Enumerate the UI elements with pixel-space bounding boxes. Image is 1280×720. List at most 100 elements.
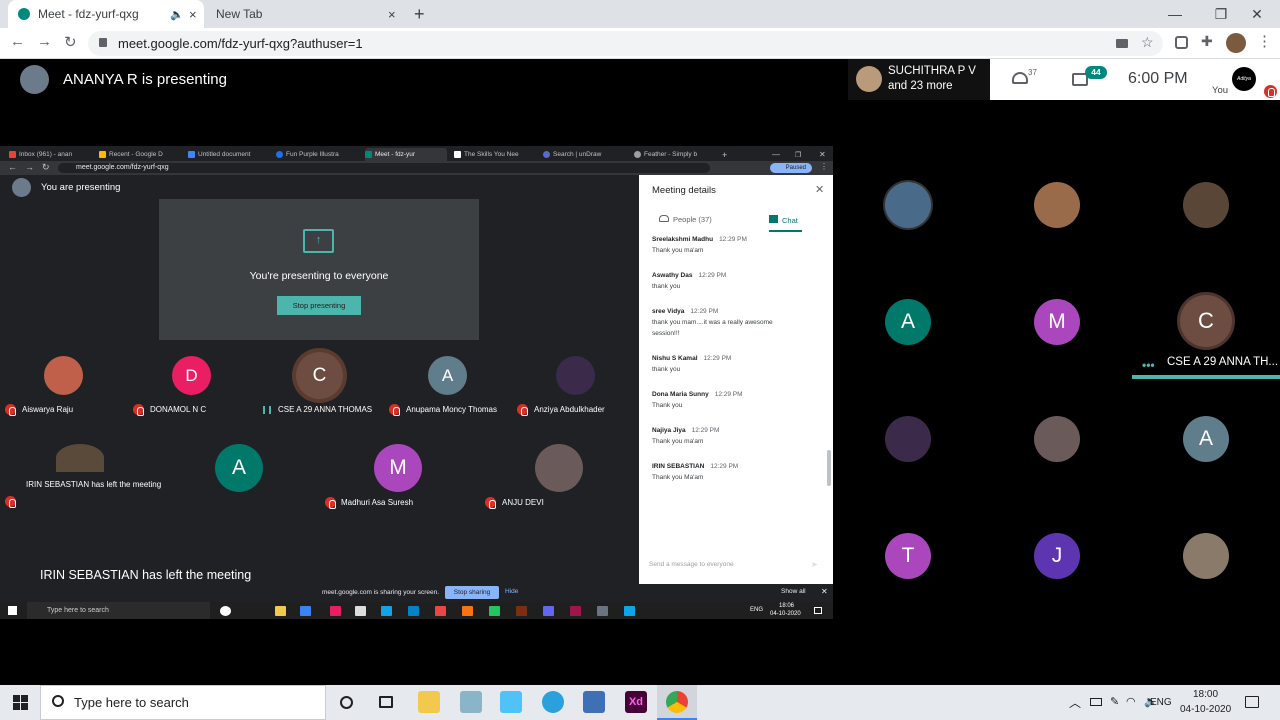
clock-date[interactable]: 04-10-2020 — [1180, 704, 1231, 715]
sender-name: Sreelakshmi Madhu — [652, 236, 714, 243]
participant-letter-avatar: A — [428, 356, 467, 395]
participant-photo — [44, 356, 83, 395]
pinned-more: and 23 more — [888, 80, 953, 92]
participant-letter-avatar[interactable]: C — [1180, 295, 1232, 347]
profile-avatar[interactable] — [1226, 33, 1246, 53]
participant-photo[interactable] — [1183, 182, 1229, 228]
shared-xd-icon — [570, 606, 581, 616]
close-tab-icon[interactable]: × — [388, 7, 396, 22]
new-tab-button[interactable]: + — [414, 0, 434, 28]
tray-chevron-icon[interactable]: ︿ — [1069, 694, 1081, 711]
msg-text: thank you mam....it was a really awesome — [652, 319, 773, 326]
battery-icon[interactable] — [1090, 698, 1102, 706]
wifi-icon[interactable]: ◠ — [1126, 695, 1136, 708]
msg-sender: Nishu S Kamal 12:29 PM — [652, 355, 731, 362]
stop-sharing-button: Stop sharing — [445, 586, 499, 599]
msg-sender: sree Vidya 12:29 PM — [652, 308, 718, 315]
shared-screen: Inbox (961) - anan Recent - Google D Unt… — [0, 146, 833, 619]
participant-letter-avatar: C — [296, 352, 343, 399]
meeting-details-panel: Meeting details ✕ People (37) Chat Sreel… — [639, 175, 833, 584]
presenter-text: ANANYA R is presenting — [63, 71, 227, 88]
shared-tab-title: Feather - Simply b — [644, 151, 698, 158]
participant-letter-avatar[interactable]: J — [1034, 533, 1080, 579]
participant-letter-avatar[interactable]: A — [885, 299, 931, 345]
people-icon — [1012, 72, 1028, 84]
participant-letter-avatar[interactable]: A — [1183, 416, 1229, 462]
msg-sender: IRIN SEBASTIAN 12:29 PM — [652, 463, 738, 470]
participant-photo[interactable] — [1034, 416, 1080, 462]
participant-photo[interactable] — [885, 416, 931, 462]
taskbar-app-icon[interactable] — [460, 691, 482, 713]
back-icon[interactable]: ← — [10, 33, 25, 50]
shared-tab: Recent - Google D — [99, 148, 181, 161]
msg-text: thank you — [652, 366, 681, 373]
meet-icon — [365, 151, 372, 158]
participant-letter-avatar[interactable]: T — [885, 533, 931, 579]
chat-input: Send a message to everyone — [649, 561, 734, 568]
star-icon[interactable]: ☆ — [1141, 34, 1154, 51]
participant-letter-avatar: A — [215, 444, 263, 492]
extensions-puzzle-icon[interactable]: ✚ — [1201, 33, 1213, 50]
pen-icon[interactable]: ✎ — [1110, 695, 1119, 708]
msg-text: thank you — [652, 283, 681, 290]
close-window-icon[interactable]: ✕ — [1234, 0, 1280, 28]
windows-logo-icon — [12, 695, 28, 710]
camera-icon[interactable] — [1116, 39, 1128, 48]
page-icon — [454, 151, 461, 158]
pinned-avatar — [856, 66, 882, 92]
clock-text: 6:00 PM — [1128, 70, 1188, 87]
remote-app-icon[interactable] — [583, 691, 605, 713]
msg-time: 12:29 PM — [690, 308, 719, 315]
notifications-icon[interactable] — [1245, 696, 1259, 708]
menu-kebab-icon[interactable]: ⋮ — [1257, 32, 1272, 50]
sender-name: IRIN SEBASTIAN — [652, 463, 705, 470]
forward-icon[interactable]: → — [37, 33, 52, 50]
participant-photo[interactable] — [1183, 533, 1229, 579]
start-button[interactable] — [0, 685, 40, 720]
adobe-xd-icon[interactable]: Xd — [625, 691, 647, 713]
tab-meet[interactable]: Meet - fdz-yurf-qxg 🔈 × — [8, 0, 204, 28]
speaker-icon[interactable]: 🔈 — [170, 8, 184, 21]
people-tab-label: People (37) — [673, 215, 712, 224]
photos-app-icon[interactable] — [500, 691, 522, 713]
docs-icon — [188, 151, 195, 158]
telegram-icon[interactable] — [542, 691, 564, 713]
shared-tab-title: Meet - fdz-yur — [375, 151, 416, 158]
search-placeholder: Type here to search — [74, 695, 189, 710]
mic-off-icon — [517, 404, 528, 416]
participant-photo[interactable] — [885, 182, 931, 228]
msg-text: session!!! — [652, 330, 680, 337]
shared-tab-title: The Skills You Nee — [464, 151, 519, 158]
chat-button[interactable]: 44 — [1072, 66, 1107, 92]
shared-tray-lang: ENG — [750, 607, 764, 613]
tab-new-tab[interactable]: New Tab × — [204, 0, 404, 28]
presenting-card: ↑ You're presenting to everyone Stop pre… — [159, 199, 479, 359]
taskbar-search[interactable]: Type here to search — [40, 685, 326, 720]
task-view-icon[interactable] — [379, 696, 393, 708]
participant-letter-avatar[interactable]: M — [1034, 299, 1080, 345]
browser-tab-strip: Meet - fdz-yurf-qxg 🔈 × New Tab × + — ❐ … — [0, 0, 1280, 28]
msg-sender: Aswathy Das 12:29 PM — [652, 272, 726, 279]
cortana-icon[interactable] — [340, 696, 353, 709]
msg-time: 12:29 PM — [691, 427, 720, 434]
shared-url: meet.google.com/fdz-yurf-qxg — [76, 164, 169, 171]
minimize-icon[interactable]: — — [1152, 0, 1198, 28]
extension-shield-icon[interactable] — [1175, 36, 1188, 49]
address-bar[interactable]: meet.google.com/fdz-yurf-qxg?authuser=1 … — [88, 31, 1163, 56]
pinned-participants[interactable]: SUCHITHRA P V and 23 more — [848, 59, 990, 100]
shared-windows-icon — [8, 606, 17, 615]
language-indicator[interactable]: ENG — [1150, 697, 1172, 708]
reload-icon[interactable]: ↻ — [64, 33, 77, 51]
chat-tab-icon — [769, 215, 778, 223]
participant-photo[interactable] — [1034, 182, 1080, 228]
shared-taskbar: Type here to search ENG 18:06 04-10-2020 — [0, 602, 833, 619]
clock-time[interactable]: 18:00 — [1193, 689, 1218, 700]
shared-back-icon: ← — [8, 162, 17, 172]
close-tab-icon[interactable]: × — [189, 7, 197, 22]
shared-toolbar: ← → ↻ meet.google.com/fdz-yurf-qxg Pause… — [0, 161, 833, 175]
file-explorer-icon[interactable] — [418, 691, 440, 713]
meet-favicon — [18, 8, 30, 20]
chrome-icon[interactable] — [666, 691, 688, 713]
people-button[interactable]: 37 — [1010, 68, 1042, 92]
sender-name: Nishu S Kamal — [652, 355, 698, 362]
